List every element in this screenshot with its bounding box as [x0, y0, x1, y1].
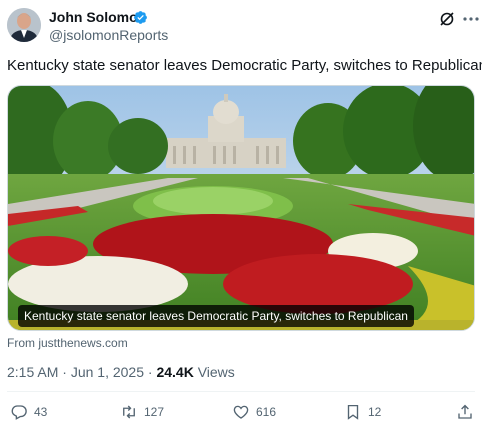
repost-icon: [123, 405, 135, 419]
tweet-header: John Solomon @jsolomonReports: [7, 7, 479, 47]
grok-icon[interactable]: [439, 11, 455, 27]
media-caption: Kentucky state senator leaves Democratic…: [18, 305, 414, 327]
like-button[interactable]: 616: [232, 401, 276, 423]
link-source[interactable]: From justthenews.com: [7, 336, 128, 350]
views-count: 24.4K: [156, 364, 194, 380]
repost-count: 127: [144, 405, 165, 419]
reply-icon: [11, 405, 27, 420]
bookmark-button[interactable]: 12: [344, 401, 381, 423]
repost-button[interactable]: 127: [120, 401, 164, 423]
views-label: Views: [193, 364, 235, 380]
link-card-image[interactable]: Kentucky state senator leaves Democratic…: [7, 85, 475, 331]
tweet-meta: 2:15 AM · Jun 1, 2025 · 24.4K Views: [7, 363, 235, 381]
author-name[interactable]: John Solomon: [49, 9, 146, 26]
capitol-garden-photo: [8, 86, 474, 330]
tweet-text: Kentucky state senator leaves Democratic…: [7, 57, 482, 74]
action-bar: 43 127 616 12: [0, 401, 482, 423]
bookmark-icon: [347, 404, 359, 420]
tweet-time[interactable]: 2:15 AM: [7, 364, 58, 380]
author-handle[interactable]: @jsolomonReports: [49, 27, 168, 44]
bookmark-count: 12: [368, 405, 382, 419]
avatar[interactable]: [7, 8, 41, 42]
more-icon[interactable]: [462, 11, 480, 27]
tweet-date[interactable]: Jun 1, 2025: [71, 364, 144, 380]
verified-badge-icon: [134, 11, 147, 24]
divider: [7, 391, 475, 392]
share-icon: [458, 404, 472, 419]
meta-separator-2: ·: [144, 364, 157, 380]
reply-count: 43: [34, 405, 48, 419]
share-button[interactable]: [456, 401, 474, 423]
meta-separator: ·: [58, 364, 71, 380]
like-icon: [233, 405, 249, 419]
reply-button[interactable]: 43: [10, 401, 47, 423]
like-count: 616: [256, 405, 277, 419]
